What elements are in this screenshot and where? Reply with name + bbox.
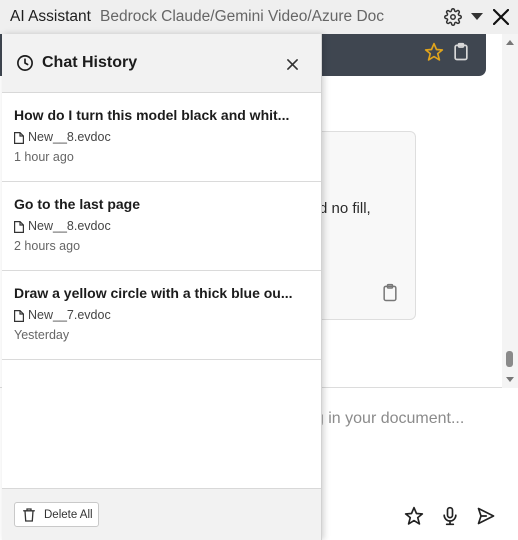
history-item[interactable]: Go to the last page New__8.evdoc 2 hours… xyxy=(2,182,321,271)
panel-header: Chat History xyxy=(2,34,321,93)
clipboard-icon[interactable] xyxy=(451,42,471,62)
scroll-down-icon[interactable] xyxy=(504,372,516,384)
history-item-file: New__8.evdoc xyxy=(28,130,111,144)
scroll-up-icon[interactable] xyxy=(504,36,516,48)
copy-clipboard-icon[interactable] xyxy=(380,283,400,303)
history-item[interactable]: Draw a yellow circle with a thick blue o… xyxy=(2,271,321,360)
history-item-file: New__8.evdoc xyxy=(28,219,111,233)
history-item-file: New__7.evdoc xyxy=(28,308,111,322)
microphone-icon[interactable] xyxy=(440,506,462,528)
history-item-time: 2 hours ago xyxy=(14,239,81,253)
history-item[interactable]: How do I turn this model black and whit.… xyxy=(2,93,321,182)
document-icon xyxy=(14,220,24,233)
trash-icon xyxy=(23,508,35,522)
chat-history-panel: Chat History How do I turn this model bl… xyxy=(2,34,322,540)
document-icon xyxy=(14,309,24,322)
caret-down-icon[interactable] xyxy=(467,7,487,27)
scrollbar[interactable] xyxy=(502,34,518,388)
history-item-time: 1 hour ago xyxy=(14,150,74,164)
delete-all-label: Delete All xyxy=(44,509,93,521)
app-title: AI Assistant xyxy=(10,8,91,25)
delete-all-button[interactable]: Delete All xyxy=(14,502,99,527)
history-item-time: Yesterday xyxy=(14,328,70,342)
scrollbar-thumb[interactable] xyxy=(506,351,513,367)
clock-icon xyxy=(16,54,34,72)
ai-assistant-window: AI Assistant Bedrock Claude/Gemini Video… xyxy=(0,0,518,540)
history-item-title: How do I turn this model black and whit.… xyxy=(14,107,290,123)
close-icon[interactable] xyxy=(282,54,302,74)
star-icon[interactable] xyxy=(404,506,426,528)
history-list: How do I turn this model black and whit.… xyxy=(2,93,321,360)
history-item-title: Go to the last page xyxy=(14,196,141,212)
message-text: d no fill, xyxy=(319,200,371,217)
star-icon[interactable] xyxy=(424,42,444,62)
panel-title: Chat History xyxy=(42,54,138,71)
model-label: Bedrock Claude/Gemini Video/Azure Doc xyxy=(100,8,385,25)
gear-icon[interactable] xyxy=(443,7,463,27)
close-icon[interactable] xyxy=(491,7,511,27)
history-item-title: Draw a yellow circle with a thick blue o… xyxy=(14,285,293,301)
send-icon[interactable] xyxy=(476,506,498,528)
document-icon xyxy=(14,131,24,144)
title-bar: AI Assistant Bedrock Claude/Gemini Video… xyxy=(0,0,518,34)
message-input[interactable]: ng in your document... xyxy=(306,410,464,428)
panel-footer: Delete All xyxy=(2,488,321,540)
